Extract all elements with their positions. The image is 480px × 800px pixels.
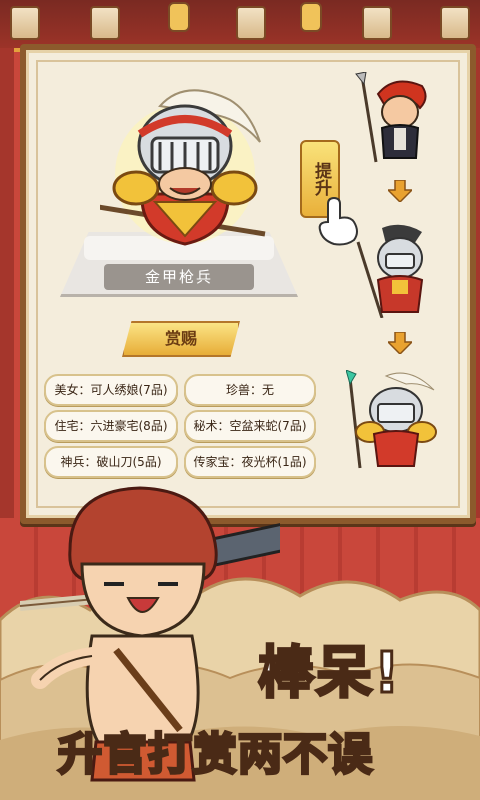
roof-tile: [236, 6, 266, 40]
roof-tile: [362, 6, 392, 40]
lantern-icon: [300, 2, 322, 32]
hero-golden-spearman[interactable]: [100, 84, 270, 254]
evolution-stage-1: [355, 72, 427, 163]
reward-title: 赏赐: [122, 321, 240, 357]
evolution-stage-3: [346, 370, 437, 469]
arrow-down-icon: [388, 180, 412, 202]
reward-item: 美女：可人绣娘(7品): [44, 374, 178, 406]
reward-item: 传家宝：夜光杯(1品): [184, 446, 316, 478]
arrow-down-icon: [388, 332, 412, 354]
hero-name-plate: 金甲枪兵: [104, 264, 254, 290]
roof-tile: [440, 6, 470, 40]
evolution-stage-2: [356, 224, 424, 318]
reward-item: 珍兽：无: [184, 374, 316, 406]
reward-item: 神兵：破山刀(5品): [44, 446, 178, 478]
reward-item: 住宅：六进豪宅(8品): [44, 410, 178, 442]
roof-tile: [90, 6, 120, 40]
pillar: [0, 48, 14, 518]
lantern-icon: [168, 2, 190, 32]
slogan-line-2: 升官打赏两不误: [57, 728, 374, 782]
slogan-line-1: 棒呆!: [257, 640, 402, 708]
roof-tile: [10, 6, 40, 40]
reward-item: 秘术：空盆来蛇(7品): [184, 410, 316, 442]
